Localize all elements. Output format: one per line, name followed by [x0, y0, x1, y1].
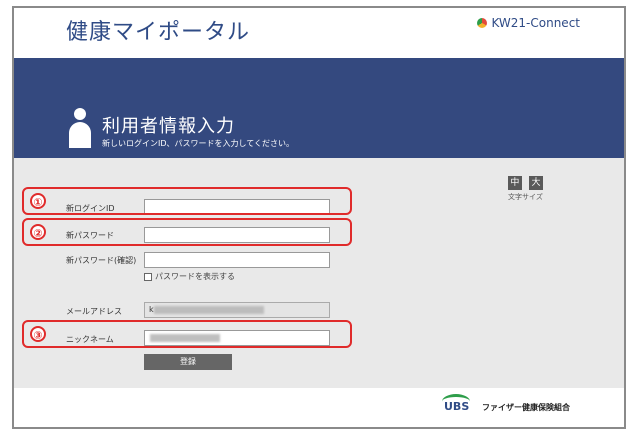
email-value: k	[149, 305, 154, 314]
footer: UBS ファイザー健康保険組合	[14, 388, 624, 427]
show-password-checkbox[interactable]	[144, 272, 152, 281]
annotation-marker-3: ③	[30, 326, 46, 342]
show-password-row[interactable]: パスワードを表示する	[144, 271, 235, 282]
page-frame: 健康マイポータル KW21-Connect 利用者情報入力 新しいログインID、…	[12, 6, 626, 429]
font-size-controls: 中 大 文字サイズ	[507, 170, 544, 202]
font-size-large-button[interactable]: 大	[529, 176, 543, 190]
ubs-logo: UBS	[444, 400, 470, 413]
show-password-label: パスワードを表示する	[155, 272, 235, 281]
header: 健康マイポータル KW21-Connect	[14, 8, 624, 58]
annotation-box-2	[22, 218, 352, 246]
email-label: メールアドレス	[66, 307, 122, 316]
brand: KW21-Connect	[477, 16, 580, 30]
person-body	[69, 122, 91, 148]
register-button[interactable]: 登録	[144, 354, 232, 370]
brand-name: KW21-Connect	[491, 16, 580, 30]
font-size-medium-button[interactable]: 中	[507, 176, 522, 190]
brand-logo-icon	[477, 18, 488, 28]
page-title: 利用者情報入力	[102, 116, 235, 137]
confirm-password-input[interactable]	[144, 252, 330, 268]
font-size-label: 文字サイズ	[508, 193, 543, 201]
org-name: ファイザー健康保険組合	[482, 403, 570, 412]
confirm-password-label: 新パスワード(確認)	[66, 256, 137, 265]
app-title: 健康マイポータル	[66, 20, 251, 45]
person-head	[74, 108, 86, 120]
page-subtitle: 新しいログインID、パスワードを入力してください。	[102, 139, 295, 148]
email-redaction	[154, 306, 264, 314]
annotation-marker-1: ①	[30, 193, 46, 209]
annotation-marker-2: ②	[30, 224, 46, 240]
annotation-box-3	[22, 320, 352, 348]
person-icon	[69, 108, 91, 148]
annotation-box-1	[22, 187, 352, 215]
